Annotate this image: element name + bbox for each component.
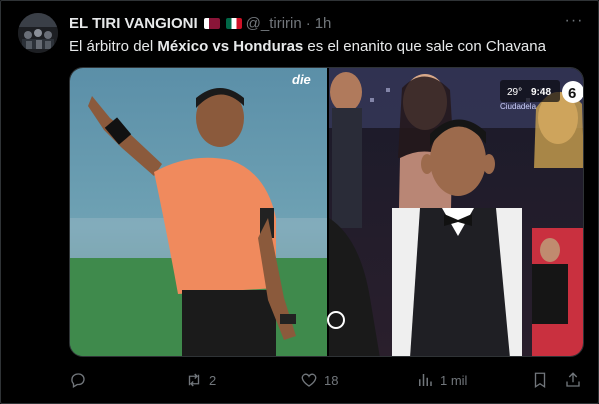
overlay-caption: Ciudadela [500,102,537,111]
tweet-media[interactable]: die 29° 9:48 Ciudadela 6 [69,67,584,357]
tweet-actions: 2 18 1 mil [69,369,584,391]
referee-photo: die [70,68,327,356]
views-count: 1 mil [440,372,468,388]
clock-time: 9:48 [531,87,551,98]
share-icon [566,372,580,387]
flag-mexico-icon [225,17,242,29]
reply-button[interactable] [69,369,93,391]
clock-temp: 29° [507,87,522,98]
flag-qatar-icon [203,17,220,29]
retweet-icon [188,373,200,387]
like-icon [301,373,317,387]
avatar[interactable] [18,13,58,53]
timestamp[interactable]: 1h [315,15,332,32]
retweet-count: 2 [209,372,217,388]
retweet-button[interactable]: 2 [185,369,216,391]
tweet-text-part-3: es el enanito que sale con Chavana [303,38,546,55]
tweet-header: EL TIRI VANGIONI @_tiririn · 1h [69,14,331,32]
studio-photo: 29° 9:48 Ciudadela 6 [327,68,583,356]
tweet-text-part-2: México vs Honduras [157,38,304,55]
views-icon [419,374,432,386]
reply-icon [71,373,85,388]
tweet-text: El árbitro del México vs Honduras es el … [69,37,546,57]
like-count: 18 [324,372,339,388]
views-button[interactable]: 1 mil [416,369,467,391]
separator: · [305,14,311,32]
left-watermark: die [292,72,311,87]
avatar-image [18,13,58,53]
like-button[interactable]: 18 [300,369,338,391]
more-icon[interactable]: ··· [563,12,585,32]
bookmark-icon [534,372,546,389]
handle[interactable]: @_tiririn [246,15,302,32]
media-image: die 29° 9:48 Ciudadela 6 [70,68,583,356]
display-name[interactable]: EL TIRI VANGIONI [69,15,198,32]
channel-logo: 6 [568,85,576,102]
tweet-text-part-1: El árbitro del [69,38,158,55]
bookmark-button[interactable] [531,369,549,391]
share-button[interactable] [564,369,582,391]
